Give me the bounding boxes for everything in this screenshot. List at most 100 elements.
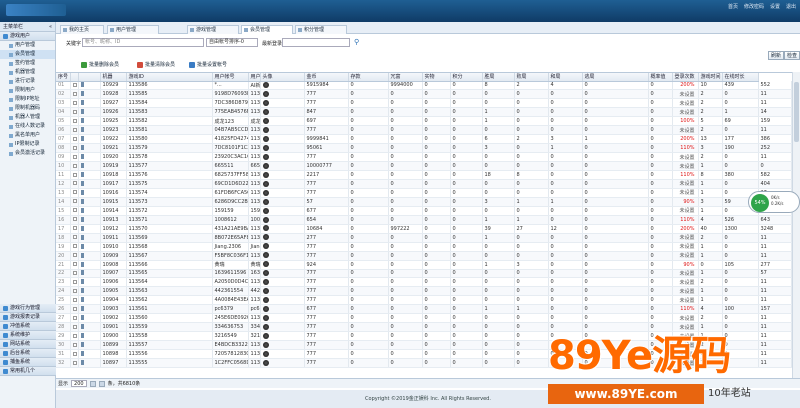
table-row[interactable]: 0510925113582成龙123成龙123697000010000100%5… [56,116,792,127]
table-row[interactable]: 091092011357823920C3AC1CF4114A5EF6B9F52D… [56,152,792,163]
column-header[interactable]: 在线时长 [722,73,759,82]
row-edit[interactable] [78,358,101,368]
checkbox-icon[interactable] [72,279,77,284]
row-edit[interactable] [78,277,101,288]
tab-user-management[interactable]: 用户管理 [107,25,159,34]
column-header-icon[interactable] [78,73,101,82]
checkbox-icon[interactable] [72,91,77,96]
row-checkbox[interactable] [70,260,79,270]
row-checkbox[interactable] [70,152,79,163]
table-row[interactable]: 14109151135736286D9CC2B654DB399859C85407… [56,197,792,207]
row-edit[interactable] [78,269,101,279]
edit-icon[interactable] [80,288,84,294]
edit-icon[interactable] [80,333,84,339]
row-checkbox[interactable] [70,206,79,216]
column-header[interactable]: 败局 [514,73,549,82]
row-checkbox[interactable] [70,215,79,225]
column-header-checkbox[interactable] [70,73,79,82]
row-edit[interactable] [78,331,101,342]
row-edit[interactable] [78,98,101,109]
table-row[interactable]: 2410905113563442361554442361554777000000… [56,286,792,297]
table-row[interactable]: 18109111135698B072E65AF847D1957E3ACC5E04… [56,233,792,243]
batch-settings-button[interactable]: 批量设置帐号 [188,61,227,70]
column-header[interactable]: 实物 [422,73,451,82]
row-checkbox[interactable] [70,242,79,252]
batch-clear-button[interactable]: 批量清除会员 [136,61,175,70]
table-row[interactable]: 2210907113565163961159616396115967770000… [56,269,792,279]
page-first-button[interactable] [89,380,96,387]
row-checkbox[interactable] [70,322,79,333]
edit-icon[interactable] [80,270,84,276]
sidebar-item[interactable]: 进行记录 [0,77,55,86]
row-checkbox[interactable] [70,358,79,368]
row-edit[interactable] [78,125,101,136]
column-header[interactable]: 金币 [304,73,349,82]
checkbox-icon[interactable] [72,306,77,311]
checkbox-icon[interactable] [72,262,77,267]
edit-icon[interactable] [80,360,84,366]
tab-points-management[interactable]: 积分管理 [295,25,347,34]
table-row[interactable]: 21 10908 113566 黄瑞 黄瑞 924 0 0 0 0 1 3 0 0 0 90% 0 105 277 [56,260,792,270]
sidebar-group-game-users[interactable]: 游戏用户 [0,32,55,41]
row-edit[interactable] [78,152,101,163]
column-header[interactable]: 概率值 [648,73,673,82]
row-checkbox[interactable] [70,269,79,279]
row-checkbox[interactable] [70,313,79,324]
row-checkbox[interactable] [70,116,79,127]
edit-icon[interactable] [80,216,84,222]
edit-icon[interactable] [80,315,84,321]
row-checkbox[interactable] [70,134,79,145]
table-row[interactable]: 2010909113567F5BF8C036F1E4026BCA774403F3… [56,251,792,261]
row-checkbox[interactable] [70,286,79,297]
row-edit[interactable] [78,170,101,180]
row-checkbox[interactable] [70,233,79,243]
checkbox-icon[interactable] [72,163,77,168]
row-checkbox[interactable] [70,161,79,172]
column-header[interactable]: 机器 [100,73,127,82]
table-row[interactable]: 131091611357461FDB6FCA5C94C8CBF76E9324A0… [56,188,792,198]
column-header[interactable]: 和局 [548,73,583,82]
sidebar-group[interactable]: 常用机几个 [0,367,56,376]
top-link-logout[interactable]: 退出 [786,3,796,10]
tab-member-management[interactable]: 会员管理 [241,25,293,34]
table-row[interactable]: 2610903113561pc6379pc6379677000011000110… [56,304,792,315]
checkbox-icon[interactable] [72,342,77,347]
row-checkbox[interactable] [70,197,79,207]
edit-icon[interactable] [80,118,84,124]
column-header[interactable]: 用户帐号 [212,73,249,82]
edit-icon[interactable] [80,163,84,169]
checkbox-icon[interactable] [72,217,77,222]
table-row[interactable]: 11109181135766825737FF584A69880494CEC852… [56,170,792,180]
row-edit[interactable] [78,242,101,252]
sidebar-item[interactable]: 黑名单用户 [0,131,55,140]
checkbox-icon[interactable] [72,181,77,186]
row-edit[interactable] [78,188,101,198]
row-edit[interactable] [78,107,101,118]
edit-icon[interactable] [80,82,84,88]
checkbox-icon[interactable] [72,127,77,132]
row-edit[interactable] [78,224,101,234]
table-row[interactable]: 0410926113583775EAB4576F94C29C0CC5203580… [56,107,792,118]
row-checkbox[interactable] [70,179,79,189]
row-checkbox[interactable] [70,89,79,100]
top-link-change-password[interactable]: 修改密码 [744,3,764,10]
table-row[interactable]: 071092211358041825FD4274AD28242A0F1FF1E2… [56,134,792,145]
table-row[interactable]: 121091711357569CD1D6D2244A66B2BC0B0ABE8A… [56,179,792,189]
row-edit[interactable] [78,215,101,225]
table-row[interactable]: 0110929113586*...AI新民5915984099940000082… [56,81,792,91]
checkbox-icon[interactable] [72,100,77,105]
edit-icon[interactable] [80,189,84,195]
check-button[interactable]: 检查 [784,51,800,60]
edit-icon[interactable] [80,207,84,213]
vertical-scrollbar[interactable] [792,72,800,378]
row-edit[interactable] [78,340,101,351]
table-row[interactable]: 2710902113560245E6DE092CA46A4A66B7FFCB5D… [56,313,792,324]
sidebar-item[interactable]: 机器人管理 [0,113,55,122]
table-row[interactable]: 02109281135859198D76093F842226B020F322C2… [56,89,792,100]
checkbox-icon[interactable] [72,199,77,204]
checkbox-icon[interactable] [72,351,77,356]
checkbox-icon[interactable] [72,82,77,87]
sidebar-item[interactable]: 用户管理 [0,41,55,50]
edit-icon[interactable] [80,198,84,204]
row-edit[interactable] [78,81,101,91]
